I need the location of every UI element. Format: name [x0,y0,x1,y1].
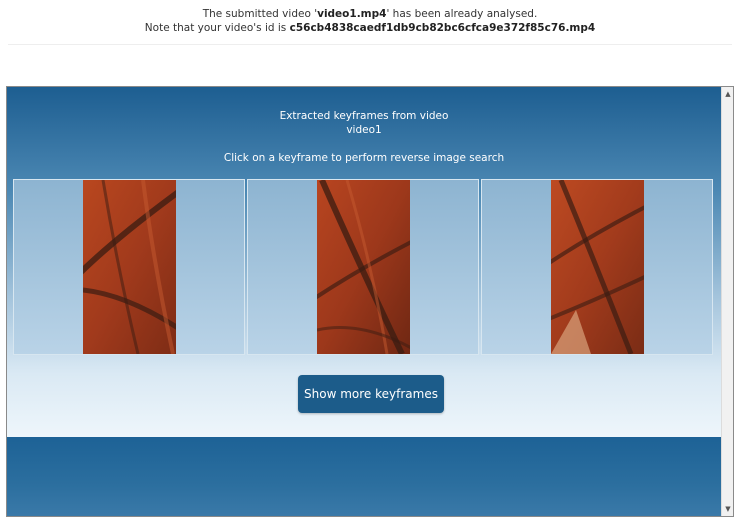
chevron-up-icon[interactable]: ▲ [722,89,733,99]
divider [8,44,732,45]
keyframes-panel: Extracted keyframes from video video1 Cl… [7,87,721,437]
keyframes-instruction: Click on a keyframe to perform reverse i… [223,152,505,164]
keyframe-image [317,180,410,354]
keyframe-thumbnail[interactable] [247,179,479,355]
chevron-down-icon[interactable]: ▼ [722,504,733,514]
notice-line-2: Note that your video's id is c56cb4838ca… [144,22,596,34]
video-filename: video1.mp4 [317,8,387,20]
analysis-notice: The submitted video 'video1.mp4' has bee… [0,7,740,35]
background-band [7,437,721,516]
keyframe-image [83,180,176,354]
show-more-keyframes-button[interactable]: Show more keyframes [298,375,444,413]
keyframe-thumbnail[interactable] [481,179,713,355]
keyframes-heading: Extracted keyframes from video video1 [7,109,721,137]
keyframe-image [551,180,644,354]
keyframes-iframe: Extracted keyframes from video video1 Cl… [6,86,734,517]
keyframe-thumbnail[interactable] [13,179,245,355]
video-id: c56cb4838caedf1db9cb82bc6cfca9e372f85c76… [289,22,596,34]
notice-line-1: The submitted video 'video1.mp4' has bee… [202,8,538,20]
scrollbar[interactable]: ▲ ▼ [721,87,733,516]
video-name: video1 [346,124,382,136]
